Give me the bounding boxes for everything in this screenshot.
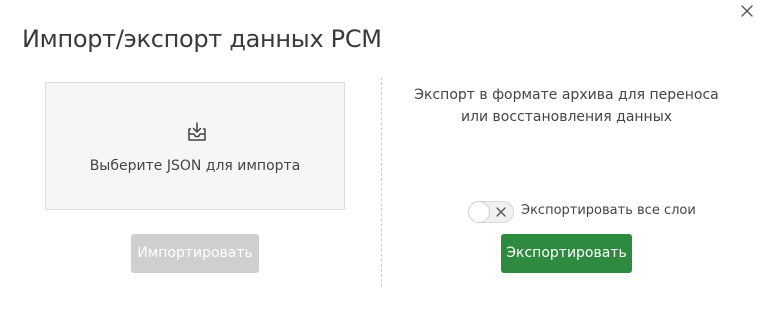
import-button[interactable]: Импортировать <box>131 234 259 273</box>
import-export-dialog: Импорт/экспорт данных PCM Выберите JSON … <box>0 0 757 317</box>
close-icon <box>741 5 753 17</box>
dropzone-label: Выберите JSON для импорта <box>89 158 301 174</box>
toggle-off-x-icon <box>496 207 506 217</box>
toggle-knob <box>468 201 490 223</box>
export-description: Экспорт в формате архива для переноса ил… <box>414 87 719 125</box>
export-all-layers-toggle[interactable] <box>468 201 514 223</box>
section-divider <box>381 77 382 287</box>
close-button[interactable] <box>739 3 755 19</box>
json-dropzone[interactable]: Выберите JSON для импорта <box>45 82 345 210</box>
upload-tray-icon <box>188 122 206 141</box>
dialog-title: Импорт/экспорт данных PCM <box>22 25 382 53</box>
export-all-layers-label: Экспортировать все слои <box>521 203 696 218</box>
export-button[interactable]: Экспортировать <box>501 234 632 273</box>
